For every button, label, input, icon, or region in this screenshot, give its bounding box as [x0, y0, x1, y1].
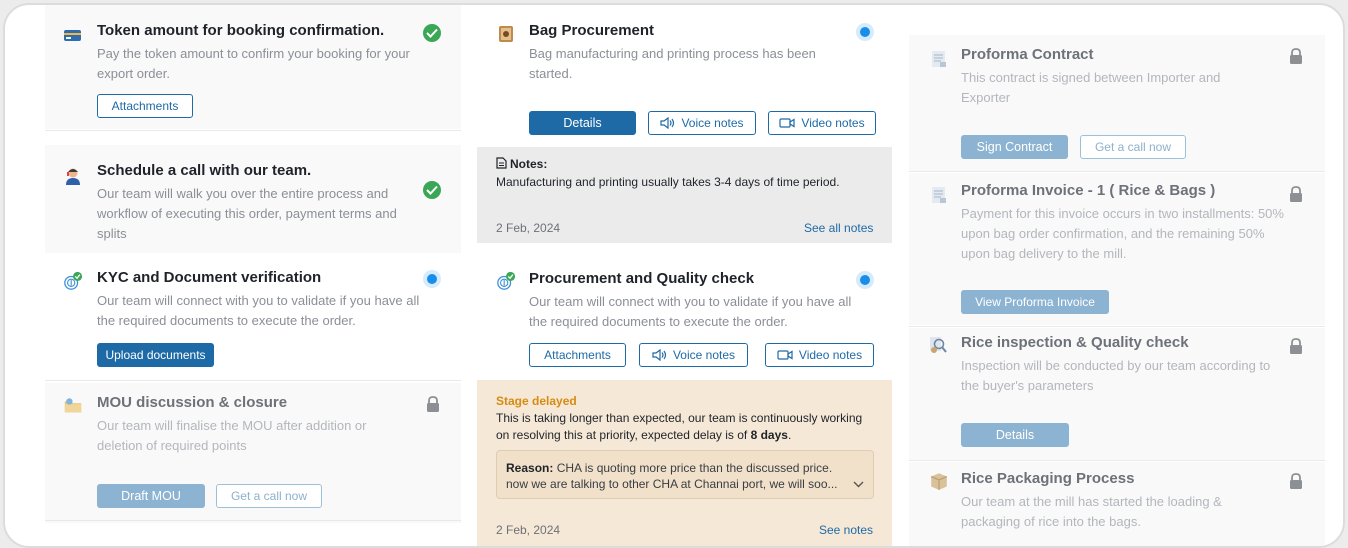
see-notes-link[interactable]: See notes	[819, 523, 873, 537]
delay-period: .	[787, 428, 792, 442]
details-button[interactable]: Details	[961, 423, 1069, 447]
stage-title: Schedule a call with our team.	[97, 162, 312, 179]
note-date: 2 Feb, 2024	[496, 523, 561, 537]
reason-line-2: now we are talking to other CHA at Chann…	[506, 477, 838, 491]
attachments-button[interactable]: Attachments	[529, 343, 626, 367]
divider	[909, 171, 1325, 172]
active-dot-icon	[423, 270, 441, 288]
active-dot-icon	[856, 23, 874, 41]
stage-description: Our team at the mill has started the loa…	[961, 494, 1222, 529]
divider	[909, 460, 1325, 461]
inspection-icon	[930, 337, 947, 353]
card-icon	[64, 30, 81, 41]
view-proforma-invoice-button[interactable]: View Proforma Invoice	[961, 290, 1109, 314]
stage-title: Procurement and Quality check	[529, 270, 755, 287]
fingerprint-verified-icon	[497, 271, 516, 290]
check-icon	[423, 24, 441, 42]
reason-text: CHA is quoting more price than the discu…	[556, 461, 833, 475]
notes-label: Notes:	[510, 157, 548, 171]
reason-line-1: Reason: CHA is quoting more price than t…	[506, 461, 832, 475]
document-icon	[496, 157, 507, 169]
divider	[909, 326, 1325, 327]
stage-title: Rice Packaging Process	[961, 470, 1135, 487]
draft-mou-button[interactable]: Draft MOU	[97, 484, 205, 508]
voice-notes-label: Voice notes	[672, 348, 736, 362]
delay-days: 8 days	[750, 428, 788, 442]
divider	[45, 380, 461, 381]
document-icon	[932, 51, 946, 67]
active-dot-icon	[856, 271, 874, 289]
folder-icon	[64, 398, 82, 413]
stage-title: Proforma Invoice - 1 ( Rice & Bags )	[961, 182, 1216, 199]
voice-notes-button[interactable]: Voice notes	[639, 343, 748, 367]
support-agent-icon	[66, 168, 80, 185]
see-all-notes-link[interactable]: See all notes	[804, 221, 873, 235]
attachments-button[interactable]: Attachments	[97, 94, 193, 118]
stage-title: KYC and Document verification	[97, 269, 322, 286]
voice-notes-button[interactable]: Voice notes	[648, 111, 756, 135]
upload-documents-button[interactable]: Upload documents	[97, 343, 214, 367]
stage-description: Inspection will be conducted by our team…	[961, 358, 1271, 393]
bag-icon	[499, 26, 513, 42]
delay-label: Stage delayed	[496, 394, 577, 408]
video-icon	[779, 118, 796, 128]
lock-icon	[1290, 186, 1302, 202]
fingerprint-verified-icon	[64, 271, 83, 290]
video-notes-button[interactable]: Video notes	[768, 111, 876, 135]
get-call-button[interactable]: Get a call now	[216, 484, 322, 508]
divider	[45, 130, 461, 131]
box-icon	[931, 473, 947, 490]
stage-description: Payment for this invoice occurs in two i…	[961, 206, 1284, 261]
voice-notes-label: Voice notes	[681, 116, 744, 130]
stage-description: Our team will connect with you to valida…	[529, 294, 852, 329]
get-call-button[interactable]: Get a call now	[1080, 135, 1186, 159]
stage-title: Proforma Contract	[961, 46, 1094, 63]
video-notes-label: Video notes	[798, 348, 863, 362]
lock-icon	[1290, 48, 1302, 64]
stages-panel: Token amount for booking confirmation. P…	[3, 3, 1345, 548]
video-notes-button[interactable]: Video notes	[765, 343, 874, 367]
lock-icon	[1290, 338, 1302, 354]
divider	[45, 520, 461, 521]
notes-text: Manufacturing and printing usually takes…	[496, 175, 840, 189]
stage-description: Bag manufacturing and printing process h…	[529, 46, 816, 81]
details-button[interactable]: Details	[529, 111, 636, 135]
document-icon	[932, 187, 946, 203]
speaker-icon	[660, 117, 675, 129]
stage-title: Bag Procurement	[529, 22, 655, 39]
stage-title: MOU discussion & closure	[97, 394, 288, 411]
stage-description: Pay the token amount to confirm your boo…	[97, 46, 410, 81]
delay-text-line-2: on resolving this at priority, expected …	[496, 428, 791, 442]
lock-icon	[1290, 473, 1302, 489]
stage-description: Our team will connect with you to valida…	[97, 293, 420, 328]
chevron-down-icon[interactable]	[853, 481, 864, 488]
speaker-icon	[652, 349, 667, 361]
delay-text: This is taking longer than expected, our…	[496, 411, 863, 425]
stage-title: Rice inspection & Quality check	[961, 334, 1189, 351]
stage-description: Our team will walk you over the entire p…	[97, 186, 397, 241]
stage-title: Token amount for booking confirmation.	[97, 22, 385, 39]
delay-text-part: on resolving this at priority, expected …	[496, 428, 748, 442]
video-notes-label: Video notes	[801, 116, 865, 130]
sign-contract-button[interactable]: Sign Contract	[961, 135, 1068, 159]
stage-description: Our team will finalise the MOU after add…	[97, 418, 367, 453]
stage-description: This contract is signed between Importer…	[961, 70, 1221, 105]
video-icon	[777, 350, 793, 360]
lock-icon	[427, 396, 439, 412]
check-icon	[423, 181, 441, 199]
note-date: 2 Feb, 2024	[496, 221, 561, 235]
reason-label: Reason:	[506, 461, 554, 475]
